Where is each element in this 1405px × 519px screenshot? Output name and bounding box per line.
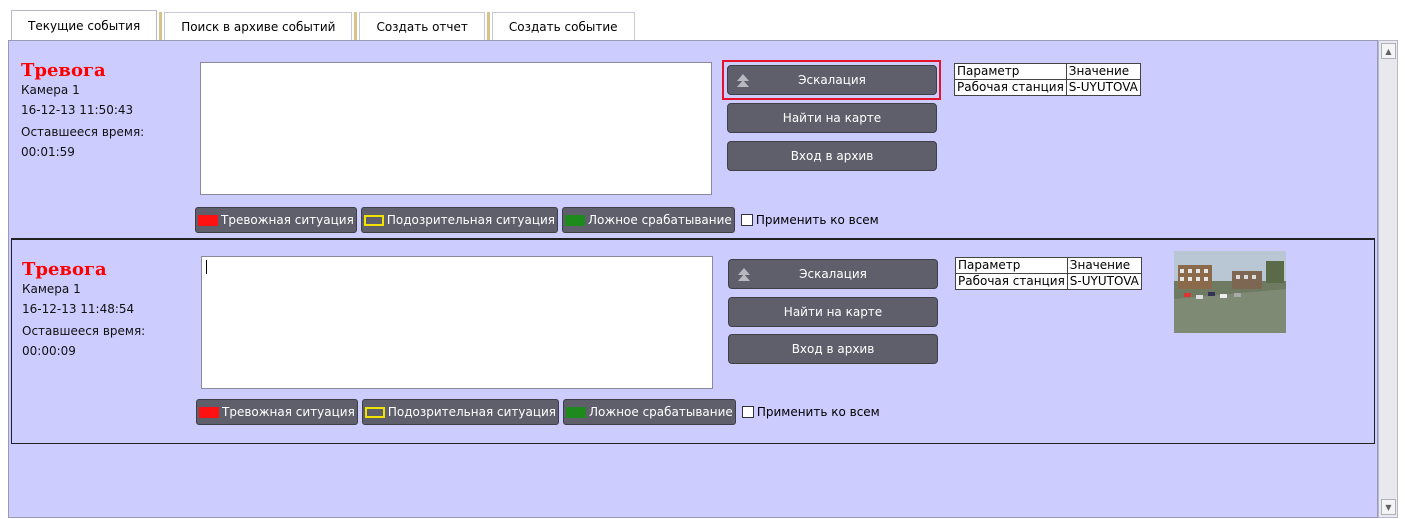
tab-separator [354,12,358,40]
param-name: Рабочая станция [954,79,1067,96]
false-alarm-label: Ложное срабатывание [588,213,732,227]
escalation-arrow-icon [738,268,750,281]
tab-create-report[interactable]: Создать отчет [359,12,485,40]
table-row: Рабочая станция S-UYUTOVA [954,79,1141,96]
event-title: Тревога [22,259,107,280]
alarm-situation-button[interactable]: Тревожная ситуация [195,207,357,233]
tab-separator [159,12,163,40]
remaining-time: 00:00:09 [22,344,76,358]
params-table: Параметр Значение Рабочая станция S-UYUT… [955,257,1142,290]
scroll-down-icon[interactable]: ▼ [1381,499,1396,515]
comment-field[interactable] [200,62,712,195]
apply-all-label: Применить ко всем [755,213,879,227]
remaining-time-label: Оставшееся время: [21,125,145,139]
text-cursor [206,260,207,274]
event-card: Тревога Камера 1 16-12-13 11:48:54 Остав… [11,240,1375,444]
event-monitor-window: Текущие события Поиск в архиве событий С… [0,0,1405,519]
event-datetime: 16-12-13 11:50:43 [21,103,134,117]
tab-create-event[interactable]: Создать событие [491,12,635,40]
suspicious-situation-button[interactable]: Подозрительная ситуация [360,207,559,233]
red-swatch-icon [199,406,219,418]
tab-bar: Текущие события Поиск в архиве событий С… [11,10,637,40]
params-header-param: Параметр [955,257,1068,274]
event-datetime: 16-12-13 11:48:54 [22,302,135,316]
params-header-value: Значение [1065,63,1141,80]
apply-all-checkbox[interactable] [741,406,754,418]
red-swatch-icon [198,214,218,226]
find-on-map-button[interactable]: Найти на карте [728,297,938,327]
false-alarm-button[interactable]: Ложное срабатывание [562,207,735,233]
suspicious-situation-label: Подозрительная ситуация [386,213,556,227]
alarm-situation-label: Тревожная ситуация [222,405,355,419]
false-alarm-button[interactable]: Ложное срабатывание [563,399,736,425]
param-value: S-UYUTOVA [1066,273,1142,290]
escalation-arrow-icon [737,74,749,87]
escalation-button[interactable]: Эскалация [728,259,938,289]
classification-row: Тревожная ситуация Подозрительная ситуац… [196,399,880,425]
apply-all-checkbox[interactable] [740,214,753,226]
classification-row: Тревожная ситуация Подозрительная ситуац… [195,207,879,233]
camera-thumbnail[interactable] [1174,251,1286,333]
event-title: Тревога [21,60,106,81]
camera-frame-image [1174,251,1286,333]
tab-archive-search[interactable]: Поиск в архиве событий [164,12,353,40]
escalation-button-label: Эскалация [798,73,866,87]
event-card: Тревога Камера 1 16-12-13 11:50:43 Остав… [11,43,1375,240]
params-header-param: Параметр [954,63,1067,80]
params-header-row: Параметр Значение [954,63,1141,80]
event-info: Тревога Камера 1 16-12-13 11:48:54 Остав… [22,260,145,360]
tab-separator [486,12,490,40]
params-header-value: Значение [1066,257,1142,274]
green-swatch-icon [565,214,586,226]
escalation-button-label: Эскалация [799,267,867,281]
yellow-swatch-icon [364,406,385,418]
alarm-situation-label: Тревожная ситуация [221,213,354,227]
params-header-row: Параметр Значение [955,257,1142,274]
alarm-situation-button[interactable]: Тревожная ситуация [196,399,358,425]
vertical-scrollbar[interactable]: ▲ ▼ [1378,40,1398,518]
comment-field[interactable] [201,256,713,389]
tab-current-events[interactable]: Текущие события [11,10,158,40]
scroll-up-icon[interactable]: ▲ [1381,43,1396,59]
param-value: S-UYUTOVA [1065,79,1141,96]
remaining-time-label: Оставшееся время: [22,324,146,338]
suspicious-situation-button[interactable]: Подозрительная ситуация [361,399,560,425]
suspicious-situation-label: Подозрительная ситуация [387,405,557,419]
remaining-time: 00:01:59 [21,145,75,159]
param-name: Рабочая станция [955,273,1068,290]
archive-entry-button[interactable]: Вход в архив [727,141,937,171]
find-on-map-button[interactable]: Найти на карте [727,103,937,133]
event-camera: Камера 1 [21,83,80,97]
escalation-button[interactable]: Эскалация [727,65,937,95]
archive-entry-button[interactable]: Вход в архив [728,334,938,364]
event-info: Тревога Камера 1 16-12-13 11:50:43 Остав… [21,61,144,161]
table-row: Рабочая станция S-UYUTOVA [955,273,1142,290]
params-table: Параметр Значение Рабочая станция S-UYUT… [954,63,1141,96]
yellow-swatch-icon [363,214,384,226]
green-swatch-icon [566,406,587,418]
false-alarm-label: Ложное срабатывание [589,405,733,419]
event-camera: Камера 1 [22,282,81,296]
apply-all-label: Применить ко всем [756,405,880,419]
